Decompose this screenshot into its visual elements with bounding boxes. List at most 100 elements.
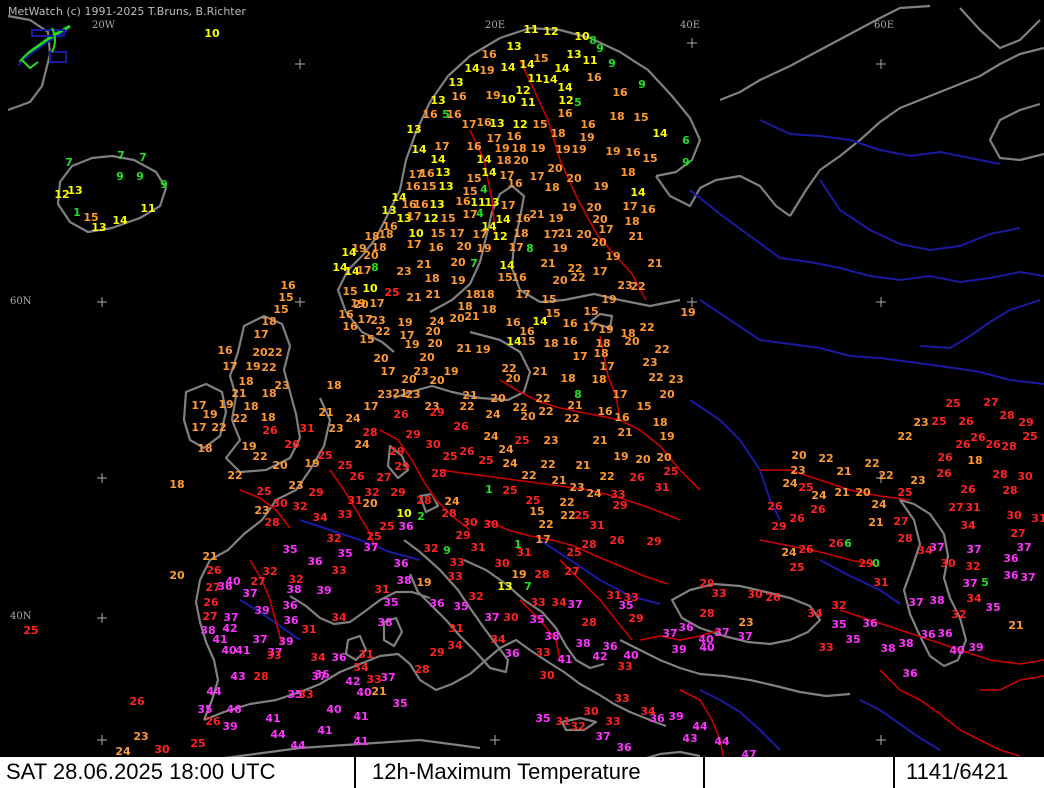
station-value: 20 (450, 256, 466, 269)
station-value: 19 (552, 242, 567, 255)
station-value: 35 (453, 600, 468, 613)
station-value: 21 (532, 365, 547, 378)
station-value: 18 (326, 379, 341, 392)
station-value: 20 (566, 172, 582, 185)
station-value: 17 (380, 365, 395, 378)
station-value: 13 (448, 76, 463, 89)
station-value: 13 (67, 184, 82, 197)
station-value: 29 (405, 428, 420, 441)
station-value: 14 (476, 153, 492, 166)
station-value: 30 (425, 438, 441, 451)
station-value: 33 (449, 556, 464, 569)
station-value: 17 (515, 288, 530, 301)
station-value: 28 (581, 616, 596, 629)
station-value: 16 (428, 241, 444, 254)
station-value: 27 (376, 471, 391, 484)
station-value: 35 (985, 601, 1000, 614)
station-value: 14 (557, 81, 573, 94)
station-value: 29 (455, 529, 470, 542)
station-value: 21 (464, 310, 479, 323)
station-value: 12 (492, 230, 507, 243)
station-value: 19 (485, 89, 500, 102)
station-value: 19 (397, 316, 412, 329)
station-value: 7 (65, 156, 73, 169)
weather-map: 10 11 12 10 89161315 13 11 9914 19 14 14 141613 11 14… (0, 0, 1044, 788)
station-value: 35 (337, 547, 352, 560)
station-value: 13 (497, 580, 512, 593)
station-value: 34 (310, 651, 326, 664)
station-value: 32 (570, 720, 585, 733)
station-value: 24 (354, 438, 370, 451)
station-value: 23 (133, 730, 148, 743)
grid-label-40n: 40N (10, 611, 32, 622)
station-value: 13 (506, 40, 521, 53)
station-value: 20 (362, 497, 378, 510)
station-value: 15 (430, 227, 445, 240)
station-value: 21 (425, 288, 440, 301)
station-value: 21 (529, 208, 544, 221)
station-value: 34 (551, 596, 567, 609)
station-value: 28 (581, 538, 596, 551)
station-value: 20 (490, 392, 506, 405)
station-value: 23 (790, 464, 805, 477)
station-value: 29 (612, 499, 627, 512)
station-value: 9 (682, 156, 690, 169)
station-value: 30 (494, 557, 510, 570)
station-value: 19 (680, 306, 695, 319)
station-value: 33 (818, 641, 833, 654)
station-value: 16 (562, 335, 578, 348)
station-value: 24 (502, 457, 518, 470)
station-value: 36 (393, 557, 409, 570)
station-value: 17 (406, 238, 421, 251)
station-value: 38 (898, 637, 913, 650)
station-value: 25 (945, 397, 960, 410)
station-value: 15 (529, 505, 544, 518)
station-value: 15 (359, 333, 374, 346)
station-value: 17 (612, 388, 627, 401)
station-value: 30 (940, 557, 956, 570)
station-value: 15 (532, 118, 547, 131)
station-value: 19 (571, 143, 586, 156)
station-value: 17 (222, 360, 237, 373)
status-product-title: 12h-Maximum Temperature (372, 759, 641, 784)
station-value: 40 (949, 644, 965, 657)
station-value: 24 (586, 487, 602, 500)
station-value: 17 (535, 533, 550, 546)
station-value: 24 (345, 412, 361, 425)
station-value: 20 (552, 274, 568, 287)
station-value: 26 (828, 537, 844, 550)
station-value: 19 (476, 242, 491, 255)
station-value: 17 (369, 297, 384, 310)
station-value: 30 (462, 516, 478, 529)
station-value: 16 (625, 146, 641, 159)
station-value: 26 (937, 451, 953, 464)
station-value: 28 (431, 467, 446, 480)
station-value: 26 (129, 695, 145, 708)
station-value: 18 (544, 181, 559, 194)
station-value: 22 (570, 271, 585, 284)
station-value: 34 (966, 592, 982, 605)
station-value: 17 (592, 265, 607, 278)
station-value: 18 (197, 442, 212, 455)
station-value: 16 (580, 118, 596, 131)
station-value: 36 (331, 651, 347, 664)
station-value: 22 (535, 392, 550, 405)
station-value: 46 (226, 703, 242, 716)
station-value: 24 (498, 443, 514, 456)
station-value: 31 (965, 501, 980, 514)
station-value: 39 (671, 643, 686, 656)
station-value: 28 (897, 532, 912, 545)
station-value: 9 (160, 178, 168, 191)
station-value: 19 (443, 365, 458, 378)
station-value: 35 (392, 697, 407, 710)
station-value: 22 (227, 469, 242, 482)
station-value: 44 (206, 685, 222, 698)
station-value: 15 (421, 180, 436, 193)
station-value: 22 (267, 346, 282, 359)
station-value: 20 (272, 459, 288, 472)
station-value: 37 (252, 633, 267, 646)
station-value: 26 (206, 564, 222, 577)
station-value: 5 (981, 576, 989, 589)
station-value: 25 (663, 465, 678, 478)
station-value: 32 (468, 590, 483, 603)
